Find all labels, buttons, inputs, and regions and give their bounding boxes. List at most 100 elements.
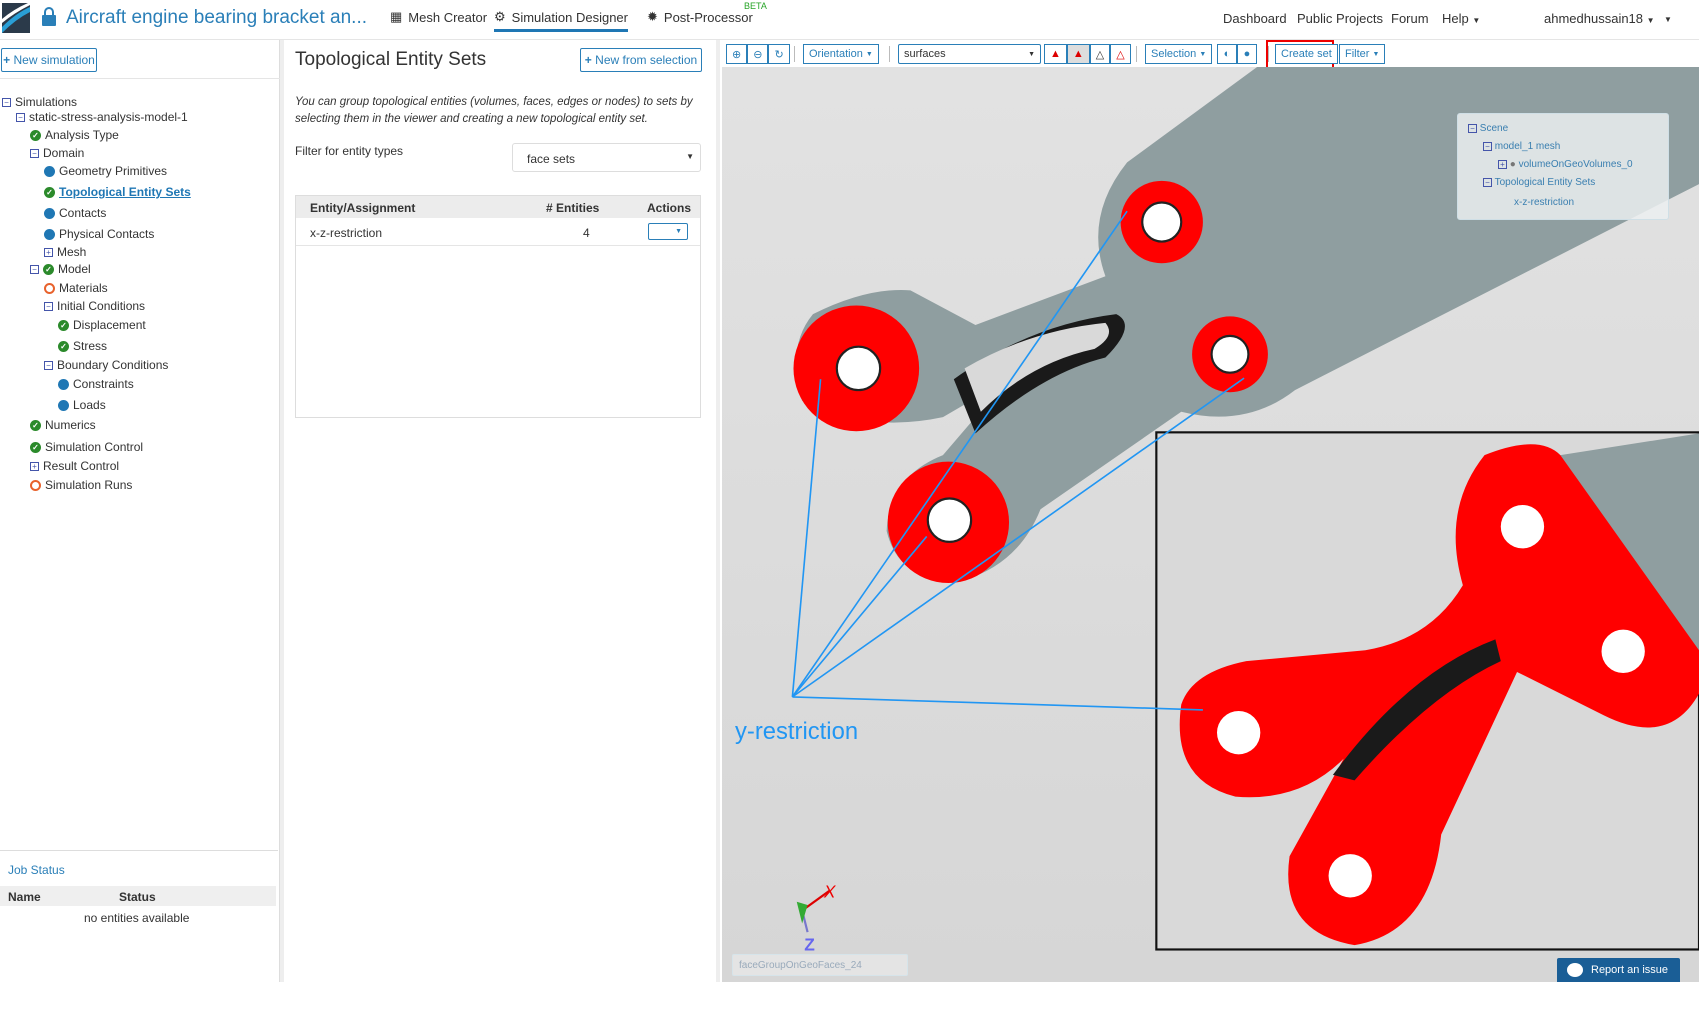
tree-item-contacts[interactable]: Contacts	[44, 206, 106, 220]
tree-item-boundary-conditions[interactable]: − Boundary Conditions	[44, 358, 168, 372]
tree-item-analysis-type[interactable]: ✓ Analysis Type	[30, 128, 119, 142]
expand-icon[interactable]: +	[44, 247, 53, 257]
scene-set-item[interactable]: x-z-restriction	[1514, 197, 1574, 208]
gear-icon: ✹	[647, 9, 658, 24]
nav-help[interactable]: Help ▼	[1442, 11, 1480, 26]
caret-down-icon: ▼	[1472, 16, 1481, 25]
collapse-icon[interactable]: −	[2, 97, 11, 107]
tree-item-simulations[interactable]: − Simulations	[2, 95, 77, 109]
page-title: Topological Entity Sets	[295, 49, 487, 70]
tree-item-label: Result Control	[43, 459, 120, 473]
tree-item-stress[interactable]: ✓ Stress	[58, 339, 107, 353]
tree-item-label: Stress	[73, 339, 108, 353]
divider	[0, 78, 280, 79]
wireframe-icon[interactable]: △	[1089, 44, 1111, 64]
collapse-icon[interactable]: −	[44, 360, 53, 370]
eye-icon[interactable]: ●	[1510, 159, 1516, 170]
divider	[794, 46, 795, 62]
collapse-icon[interactable]: −	[44, 301, 53, 311]
collapse-icon[interactable]: −	[1483, 178, 1492, 187]
status-dot-icon	[44, 207, 55, 219]
tree-item-label: Topological Entity Sets	[59, 185, 191, 199]
collapse-icon[interactable]: −	[30, 148, 39, 158]
entity-sets-panel: Topological Entity Sets + New from selec…	[284, 40, 716, 982]
tree-item-topological-entity-sets[interactable]: ✓ Topological Entity Sets	[44, 185, 191, 199]
status-dot-icon	[44, 228, 55, 240]
extra-menu-caret-icon[interactable]: ▼	[1664, 15, 1672, 24]
tree-item-label: Simulations	[15, 95, 78, 109]
solid-surface-icon[interactable]: ▲	[1044, 44, 1067, 64]
tree-item-geometry-primitives[interactable]: Geometry Primitives	[44, 164, 167, 178]
tree-item-result-control[interactable]: + Result Control	[30, 459, 119, 473]
entity-type-select[interactable]: face sets ▼	[512, 143, 701, 172]
annotation-label: y-restriction	[735, 718, 858, 745]
caret-down-icon: ▼	[1199, 50, 1207, 58]
viewer-splitter[interactable]	[716, 40, 720, 982]
tree-item-label: static-stress-analysis-model-1	[29, 110, 188, 124]
surface-edges-icon[interactable]: ▲	[1066, 44, 1090, 64]
tree-item-constraints[interactable]: Constraints	[58, 377, 134, 391]
collapse-icon[interactable]: −	[16, 112, 25, 122]
check-circle-icon: ✓	[43, 263, 54, 275]
nav-forum[interactable]: Forum	[1391, 11, 1429, 26]
tree-item-loads[interactable]: Loads	[58, 398, 106, 412]
collapse-icon[interactable]: −	[1483, 142, 1492, 151]
render-mode-select[interactable]: surfaces ▼	[898, 44, 1041, 64]
nav-dashboard[interactable]: Dashboard	[1223, 11, 1287, 26]
table-row[interactable]: x-z-restriction 4 ▼	[296, 218, 700, 246]
collapse-icon[interactable]: −	[30, 264, 39, 274]
expand-icon[interactable]: +	[1498, 160, 1507, 169]
outline-icon[interactable]: △	[1110, 44, 1131, 64]
tree-item-label: Displacement	[73, 318, 146, 332]
scene-tree-panel: − Scene − model_1 mesh + ● volumeOnGeoVo…	[1457, 113, 1669, 220]
tree-item-static-stress-analysis-model-1[interactable]: − static-stress-analysis-model-1	[16, 110, 188, 124]
collapse-icon[interactable]: −	[1468, 124, 1477, 133]
reset-view-icon[interactable]: ↻	[768, 44, 790, 64]
zoom-out-icon[interactable]: ⊖	[747, 44, 769, 64]
selection-button[interactable]: Selection ▼	[1145, 44, 1213, 64]
tree-item-label: Analysis Type	[45, 128, 119, 142]
orientation-button[interactable]: Orientation ▼	[803, 44, 879, 64]
zoom-in-icon[interactable]: ⊕	[726, 44, 748, 64]
user-menu[interactable]: ahmedhussain18 ▼	[1544, 11, 1655, 26]
project-title[interactable]: Aircraft engine bearing bracket an...	[66, 7, 367, 29]
eye-icon[interactable]: ●	[1237, 44, 1257, 64]
nav-post-processor[interactable]: ✹ Post-Processor	[647, 9, 753, 25]
hide-icon[interactable]: ◐	[1217, 44, 1237, 64]
nav-public-projects[interactable]: Public Projects	[1297, 11, 1383, 26]
new-from-selection-button[interactable]: + New from selection	[580, 48, 702, 72]
report-issue-button[interactable]: Report an issue	[1557, 958, 1680, 982]
scene-mesh[interactable]: − model_1 mesh	[1483, 141, 1560, 152]
tree-item-simulation-control[interactable]: ✓ Simulation Control	[30, 440, 143, 454]
tree-item-materials[interactable]: Materials	[44, 281, 108, 295]
new-simulation-button[interactable]: + New simulation	[1, 48, 97, 72]
table-header: Entity/Assignment # Entities Actions	[296, 196, 700, 218]
tree-item-domain[interactable]: − Domain	[30, 146, 84, 160]
expand-icon[interactable]: +	[30, 461, 39, 471]
actions-dropdown[interactable]: ▼	[648, 223, 688, 240]
tree-item-label: Constraints	[73, 377, 134, 391]
tree-item-physical-contacts[interactable]: Physical Contacts	[44, 227, 154, 241]
filter-button[interactable]: Filter ▼	[1339, 44, 1386, 64]
simscale-logo[interactable]	[2, 3, 30, 33]
check-circle-icon: ✓	[30, 441, 41, 453]
nav-mesh-creator[interactable]: ▦ Mesh Creator	[390, 9, 487, 25]
job-status-title: Job Status	[8, 863, 65, 877]
tree-item-model[interactable]: − ✓ Model	[30, 262, 91, 276]
scene-volume[interactable]: + ● volumeOnGeoVolumes_0	[1498, 159, 1633, 170]
create-set-button[interactable]: Create set	[1275, 44, 1338, 64]
tree-item-initial-conditions[interactable]: − Initial Conditions	[44, 299, 145, 313]
caret-down-icon: ▼	[865, 50, 873, 58]
tree-item-simulation-runs[interactable]: Simulation Runs	[30, 478, 132, 492]
job-status-panel: Job Status Name Status no entities avail…	[0, 850, 278, 1022]
scene-sets[interactable]: − Topological Entity Sets	[1483, 177, 1595, 188]
scene-root[interactable]: − Scene	[1468, 123, 1508, 134]
incomplete-ring-icon	[30, 479, 41, 491]
tree-item-numerics[interactable]: ✓ Numerics	[30, 418, 96, 432]
tree-item-mesh[interactable]: + Mesh	[44, 245, 86, 259]
nav-simulation-designer[interactable]: ⚙ Simulation Designer	[494, 9, 628, 32]
tree-item-label: Simulation Runs	[45, 478, 133, 492]
tree-item-label: Model	[58, 262, 91, 276]
tree-item-displacement[interactable]: ✓ Displacement	[58, 318, 146, 332]
grid-icon: ▦	[390, 9, 403, 24]
